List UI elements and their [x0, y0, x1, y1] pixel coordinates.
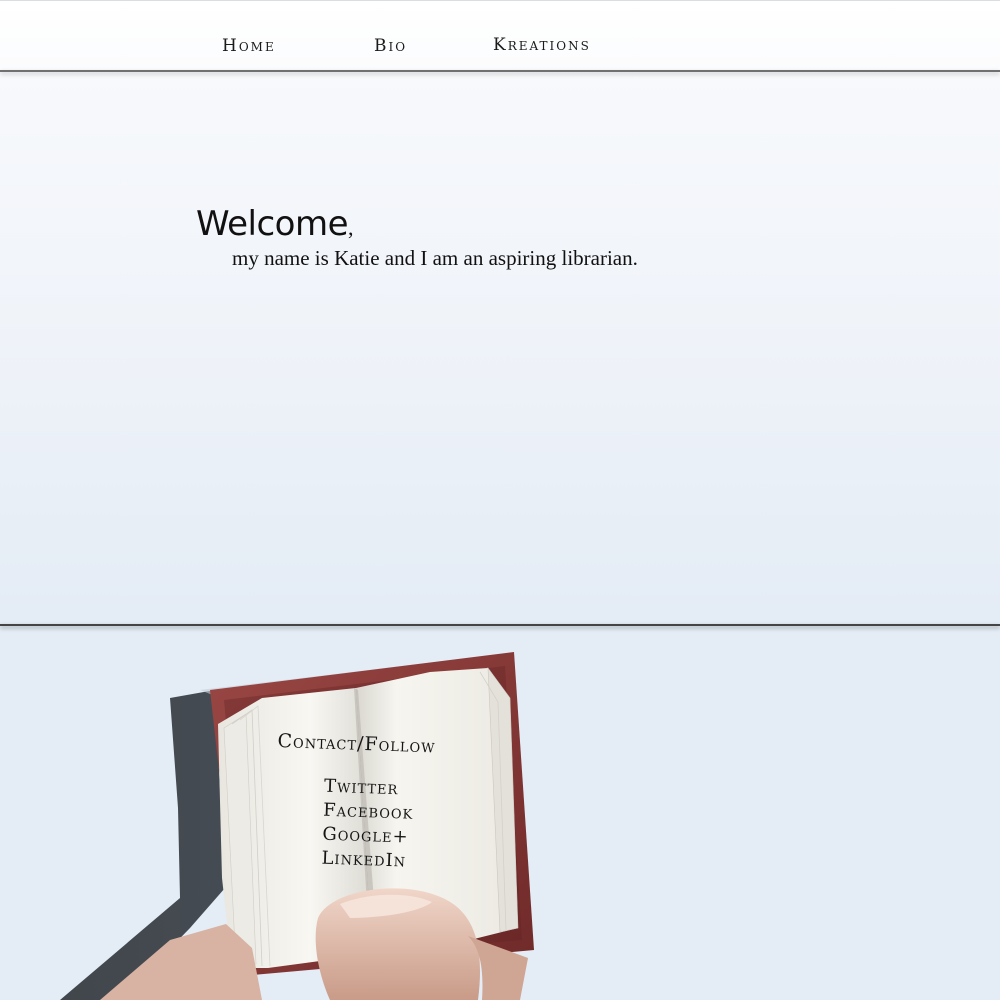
welcome-heading: Welcome,	[196, 204, 354, 244]
page: Home Bio Kreations Welcome, my name is K…	[0, 0, 1000, 1000]
welcome-subtitle: my name is Katie and I am an aspiring li…	[232, 246, 638, 270]
section-divider	[0, 624, 1000, 626]
book-image	[60, 652, 534, 1000]
nav-home-link[interactable]: Home	[222, 38, 276, 55]
welcome-word: Welcome	[196, 204, 349, 244]
open-book-illustration	[0, 628, 1000, 1000]
contact-panel: Contact/Follow Twitter Facebook Google+ …	[273, 730, 498, 876]
nav-bio-link[interactable]: Bio	[374, 38, 407, 55]
top-nav: Home Bio Kreations	[0, 0, 1000, 71]
social-links-list: Twitter Facebook Google+ LinkedIn	[321, 774, 496, 876]
nav-kreations-link[interactable]: Kreations	[493, 37, 591, 54]
nav-divider	[0, 70, 1000, 72]
welcome-comma: ,	[348, 215, 354, 240]
